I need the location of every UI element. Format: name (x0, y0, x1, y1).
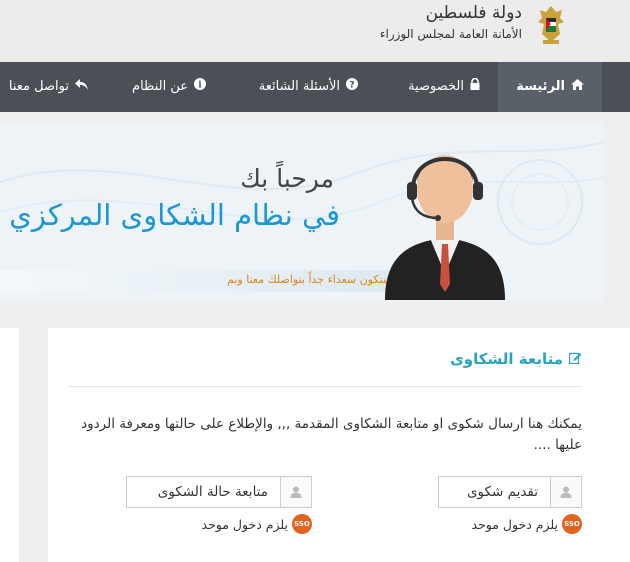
info-circle-icon: i (194, 62, 206, 112)
nav-about-label: عن النظام (132, 79, 188, 94)
nav-privacy[interactable]: الخصوصية (408, 62, 480, 112)
card-title-text: متابعة الشكاوى (450, 350, 563, 368)
svg-text:?: ? (349, 81, 354, 91)
organization-name: الأمانة العامة لمجلس الوزراء (379, 27, 522, 41)
support-agent-illustration (385, 155, 505, 300)
reply-icon (75, 62, 88, 112)
nav-home-label: الرئيسة (516, 79, 565, 94)
question-circle-icon: ? (346, 62, 358, 112)
track-complaint-button[interactable]: متابعة حالة الشكوى (126, 476, 312, 508)
lock-icon (470, 62, 480, 112)
sso-icon[interactable]: SSO (292, 514, 312, 534)
nav-home[interactable]: الرئيسة (498, 62, 602, 112)
site-header: دولة فلسطين الأمانة العامة لمجلس الوزراء (0, 0, 630, 62)
main-navbar: الرئيسة الخصوصية ? الأسئلة الشائعة i عن … (0, 62, 630, 112)
nav-contact-label: تواصل معنا (8, 79, 69, 94)
edit-icon (568, 350, 582, 368)
side-card (0, 328, 19, 562)
welcome-banner: مرحباً بك في نظام الشكاوى المركزي سنكون … (0, 122, 604, 302)
complaints-tracking-card: متابعة الشكاوى يمكنك هنا ارسال شكوى او م… (48, 328, 630, 562)
nav-privacy-label: الخصوصية (408, 79, 464, 94)
nav-about[interactable]: i عن النظام (132, 62, 206, 112)
user-icon (280, 477, 311, 507)
submit-complaint-label: تقديم شكوى (466, 484, 538, 500)
sso-icon[interactable]: SSO (562, 514, 582, 534)
user-icon (550, 477, 581, 507)
login-note-text: يلزم دخول موحد (471, 516, 558, 532)
card-divider (68, 386, 582, 387)
state-name: دولة فلسطين (425, 3, 522, 23)
login-note-track: SSO يلزم دخول موحد (202, 514, 312, 534)
login-note-text: يلزم دخول موحد (201, 516, 288, 532)
banner-ribbon: سنكون سعداء جداً بتواصلك معنا وبم (0, 270, 404, 292)
system-title: في نظام الشكاوى المركزي (9, 198, 340, 232)
welcome-text: مرحباً بك (240, 164, 334, 193)
svg-text:i: i (198, 81, 202, 91)
ribbon-text: سنكون سعداء جداً بتواصلك معنا وبم (227, 273, 392, 286)
card-title: متابعة الشكاوى (450, 350, 582, 368)
card-description: يمكنك هنا ارسال شكوى او متابعة الشكاوى ا… (81, 416, 582, 453)
login-note-submit: SSO يلزم دخول موحد (472, 514, 582, 534)
nav-faq[interactable]: ? الأسئلة الشائعة (259, 62, 358, 112)
palestine-emblem-icon[interactable] (534, 4, 568, 46)
submit-complaint-button[interactable]: تقديم شكوى (438, 476, 582, 508)
nav-contact[interactable]: تواصل معنا (9, 62, 88, 112)
track-complaint-label: متابعة حالة الشكوى (157, 484, 268, 500)
nav-faq-label: الأسئلة الشائعة (258, 79, 340, 94)
home-icon (571, 62, 584, 112)
